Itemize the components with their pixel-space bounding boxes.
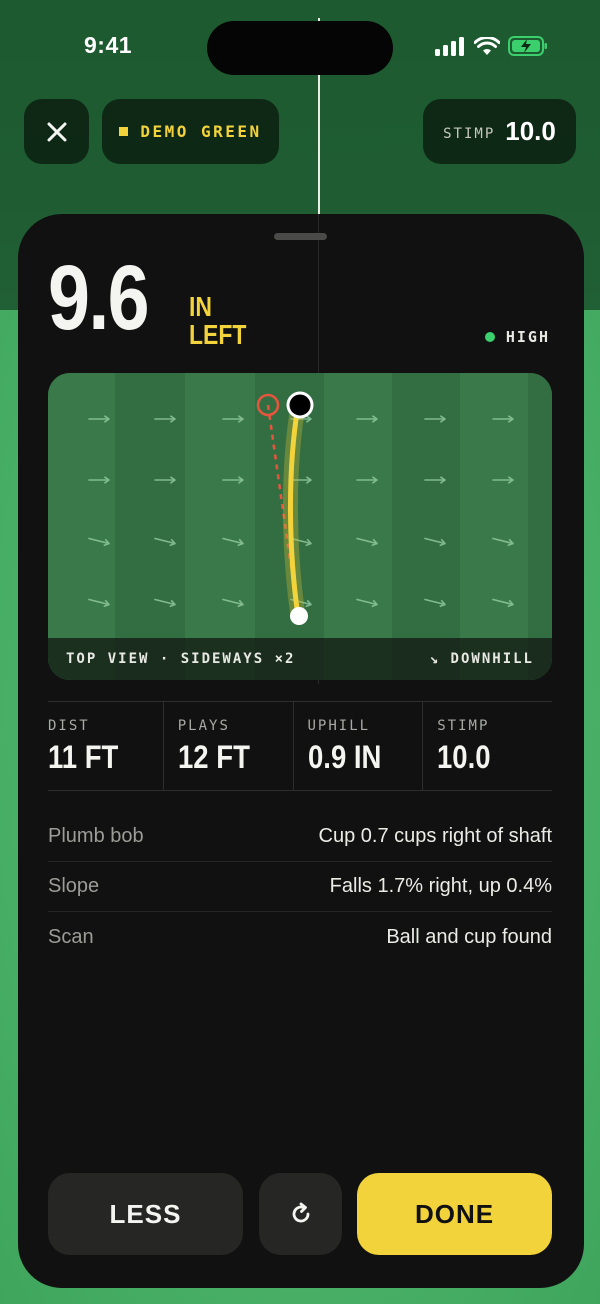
break-amount: 9.6 [48,247,150,349]
stat-dist: DIST 11 FT [48,702,163,790]
stat-plays: PLAYS 12 FT [162,702,293,790]
green-map-canvas [48,373,552,680]
stat-label: DIST [48,718,90,734]
stat-stimp: STIMP 10.0 [422,702,552,790]
dynamic-island [207,21,393,75]
break-unit: IN [189,291,212,322]
stat-value: 0.9 IN [307,739,381,775]
detail-row-slope: Slope Falls 1.7% right, up 0.4% [48,862,552,912]
ball-marker [290,607,308,625]
confidence-badge: HIGH [484,328,550,346]
detail-row-scan: Scan Ball and cup found [48,912,552,962]
course-marker [119,127,129,136]
stimp-selector[interactable]: STIMP 10.0 [423,99,576,164]
cup-marker [286,391,314,419]
close-icon [47,122,66,141]
detail-label: Plumb bob [48,825,144,847]
stat-value: 10.0 [437,739,491,775]
detail-label: Slope [48,875,100,897]
stat-value: 12 FT [177,739,250,775]
green-map[interactable] [48,373,552,680]
stat-label: UPHILL [307,718,371,734]
stimp-label: STIMP [443,125,496,142]
stimp-value: 10.0 [505,116,556,146]
map-view-label: TOP VIEW · SIDEWAYS ×2 [66,651,296,667]
done-button[interactable]: DONE [357,1173,552,1255]
confidence-dot [484,332,495,342]
rescan-button[interactable] [259,1173,342,1255]
wifi-icon [474,36,500,55]
detail-label: Scan [48,925,94,948]
detail-value: Falls 1.7% right, up 0.4% [329,875,552,897]
detail-value: Cup 0.7 cups right of shaft [318,825,552,847]
stat-label: PLAYS [177,718,230,734]
stat-label: STIMP [437,718,490,734]
signal-icon [435,36,464,56]
stat-uphill: UPHILL 0.9 IN [292,702,423,790]
course-name: DEMO GREEN [140,122,262,141]
break-direction: LEFT [189,319,247,350]
refresh-icon [292,1202,309,1223]
status-icons [435,36,548,56]
map-footer: TOP VIEW · SIDEWAYS ×2 ↘ DOWNHILL [48,638,552,680]
battery-charging-icon [508,36,547,56]
stats-row: DIST 11 FT PLAYS 12 FT UPHILL 0.9 IN STI… [48,701,552,791]
less-button[interactable]: LESS [48,1173,243,1255]
sheet-grabber[interactable] [274,233,327,240]
downhill-label: ↘ DOWNHILL [429,651,534,667]
close-button[interactable] [24,99,89,164]
stat-value: 11 FT [48,739,119,775]
confidence-label: HIGH [505,328,550,346]
break-unit-direction: IN LEFT [189,293,246,349]
detail-value: Ball and cup found [386,925,552,948]
course-selector[interactable]: DEMO GREEN [102,99,279,164]
status-time: 9:41 [84,32,133,58]
detail-list: Plumb bob Cup 0.7 cups right of shaft Sl… [48,812,552,962]
detail-row-plumb-bob: Plumb bob Cup 0.7 cups right of shaft [48,812,552,862]
